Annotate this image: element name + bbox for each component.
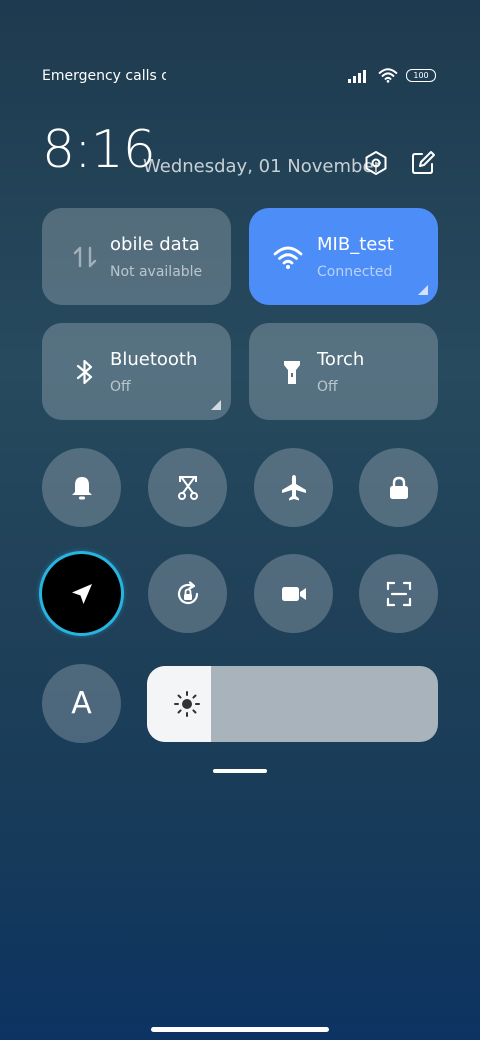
navigation-gesture-bar[interactable] bbox=[151, 1027, 329, 1032]
video-camera-icon bbox=[281, 586, 306, 601]
clock-date: Wednesday, 01 November bbox=[143, 156, 381, 177]
clock-time: 8:16 bbox=[42, 120, 156, 180]
bluetooth-expand-corner[interactable] bbox=[211, 400, 221, 410]
torch-icon bbox=[284, 361, 300, 384]
toggle-screen-recorder[interactable] bbox=[254, 554, 333, 633]
settings-icon[interactable] bbox=[363, 150, 389, 176]
toggle-screenshot[interactable] bbox=[148, 448, 227, 527]
toggle-airplane-mode[interactable] bbox=[254, 448, 333, 527]
mobile-data-label: obile data bbox=[110, 234, 200, 255]
toggle-lock-screen[interactable] bbox=[359, 448, 438, 527]
screenshot-scissors-icon bbox=[177, 475, 198, 500]
battery-indicator: 100 bbox=[406, 69, 436, 82]
header: 8:16 Wednesday, 01 November bbox=[42, 120, 438, 184]
location-arrow-icon bbox=[71, 583, 92, 604]
tile-mobile-data[interactable]: obile data Not available bbox=[42, 208, 231, 305]
mobile-data-status: Not available bbox=[110, 264, 203, 280]
mobile-data-icon bbox=[73, 246, 97, 268]
carrier-text: Emergency calls o bbox=[42, 68, 166, 84]
bell-icon bbox=[71, 476, 92, 499]
bluetooth-status: Off bbox=[110, 379, 131, 395]
toggle-location[interactable] bbox=[42, 554, 121, 633]
wifi-expand-corner[interactable] bbox=[418, 285, 428, 295]
toggle-rotation-lock[interactable] bbox=[148, 554, 227, 633]
toggle-font-size[interactable]: A bbox=[42, 664, 121, 743]
tile-torch[interactable]: Torch Off bbox=[249, 323, 438, 420]
lock-icon bbox=[389, 476, 408, 499]
rotation-lock-icon bbox=[177, 580, 198, 604]
scan-icon bbox=[386, 581, 411, 606]
panel-drag-handle[interactable] bbox=[213, 769, 267, 773]
wifi-status-icon bbox=[378, 68, 398, 83]
wifi-icon bbox=[273, 246, 303, 269]
toggle-scanner[interactable] bbox=[359, 554, 438, 633]
wifi-label: MIB_test bbox=[317, 234, 394, 255]
torch-label: Torch bbox=[317, 349, 365, 370]
brightness-slider[interactable] bbox=[147, 666, 438, 742]
toggle-sound[interactable] bbox=[42, 448, 121, 527]
status-icons: 100 bbox=[348, 68, 436, 83]
signal-icon bbox=[348, 69, 366, 83]
tile-wifi[interactable]: MIB_test Connected bbox=[249, 208, 438, 305]
brightness-sun-icon bbox=[174, 691, 200, 717]
bluetooth-icon bbox=[76, 359, 93, 385]
status-bar: Emergency calls o 100 bbox=[42, 68, 436, 86]
font-letter: A bbox=[71, 686, 92, 721]
wifi-status: Connected bbox=[317, 264, 393, 280]
tile-bluetooth[interactable]: Bluetooth Off bbox=[42, 323, 231, 420]
airplane-icon bbox=[281, 474, 306, 500]
torch-status: Off bbox=[317, 379, 338, 395]
bluetooth-label: Bluetooth bbox=[110, 349, 198, 370]
edit-icon[interactable] bbox=[410, 150, 436, 176]
